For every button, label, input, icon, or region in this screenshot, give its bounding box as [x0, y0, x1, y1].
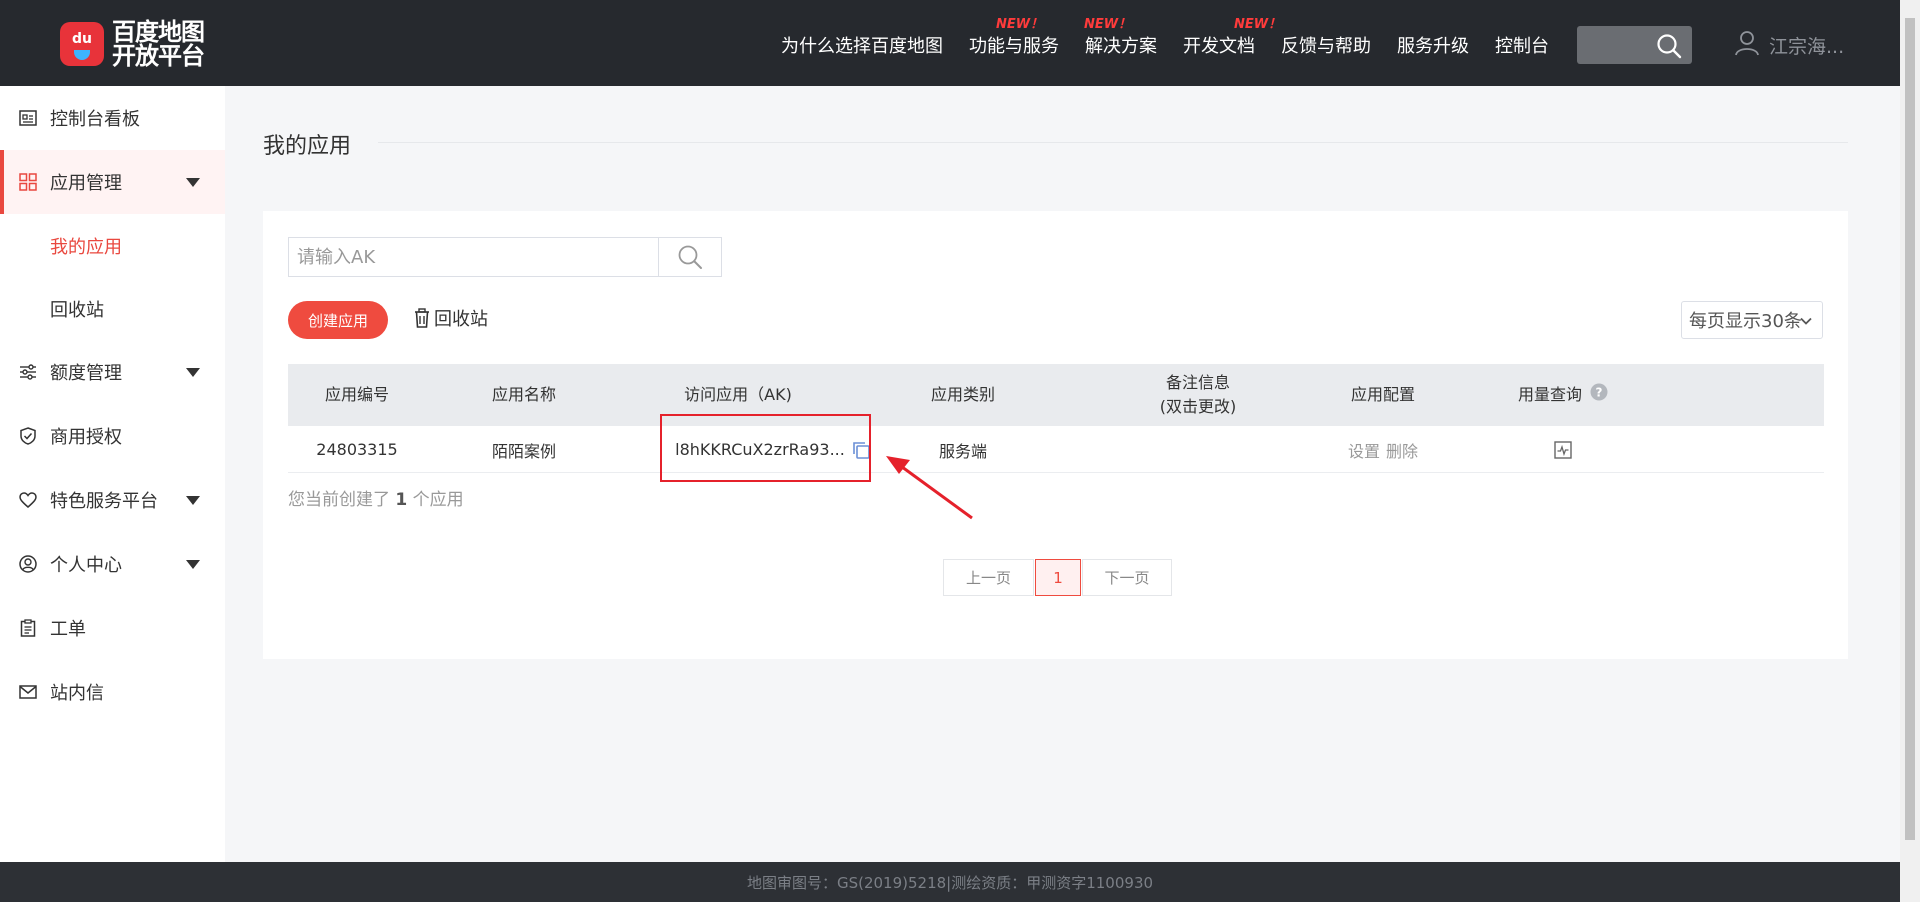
sidebar-subitem-recycle-bin[interactable]: 回收站: [0, 277, 225, 340]
col-app-name: 应用名称: [491, 385, 556, 404]
ak-search-button[interactable]: [659, 238, 721, 276]
sidebar-item-dashboard[interactable]: 控制台看板: [0, 86, 225, 150]
col-app-type: 应用类别: [930, 385, 995, 404]
apps-table: 应用编号 应用名称 访问应用（AK) 应用类别 备注信息 (双击更改) 应用配置…: [288, 364, 1824, 473]
logo-text: 百度地图 开放平台: [112, 18, 205, 70]
page-title: 我的应用: [263, 134, 352, 159]
sidebar-subitem-my-apps[interactable]: 我的应用: [0, 214, 225, 277]
caret-down-icon: [186, 368, 200, 377]
nav-console[interactable]: 控制台: [1482, 0, 1562, 86]
scrollbar-thumb[interactable]: [1905, 18, 1915, 840]
nav-solutions[interactable]: NEW！ 解决方案: [1072, 0, 1170, 86]
sidebar-item-personal-center[interactable]: 个人中心: [0, 532, 225, 596]
user-menu[interactable]: 江宗海...: [1735, 30, 1844, 61]
settings-link[interactable]: 设置: [1348, 438, 1380, 462]
ak-highlight-box: [660, 414, 871, 482]
col-remark: 备注信息 (双击更改): [1159, 373, 1237, 416]
cell-app-id: 24803315: [316, 440, 398, 459]
chevron-down-icon: [1800, 317, 1812, 325]
nav-why-baidu[interactable]: 为什么选择百度地图: [768, 0, 956, 86]
usage-chart-icon[interactable]: [1554, 440, 1572, 459]
cell-remark[interactable]: [1108, 426, 1288, 473]
annotation-arrow-icon: [886, 456, 973, 520]
delete-link[interactable]: 删除: [1386, 438, 1418, 462]
apps-panel: 创建应用 回收站 每页显示30条 应用编号 应用名称 访问应用（AK) 应用类别…: [263, 211, 1848, 659]
cell-usage: [1473, 426, 1653, 473]
header-search[interactable]: [1577, 26, 1692, 64]
caret-down-icon: [186, 560, 200, 569]
clipboard-icon: [18, 618, 38, 638]
help-icon[interactable]: ?: [1590, 383, 1608, 408]
pagination: 上一页 1 下一页: [943, 559, 1172, 596]
top-nav: 为什么选择百度地图 NEW！ 功能与服务 NEW！ 解决方案 NEW！ 开发文档 反馈…: [768, 0, 1562, 86]
search-icon[interactable]: [1656, 33, 1682, 63]
col-app-config: 应用配置: [1350, 385, 1415, 404]
shield-check-icon: [18, 426, 38, 446]
sidebar-item-inbox[interactable]: 站内信: [0, 660, 225, 724]
per-page-select[interactable]: 每页显示30条: [1681, 301, 1823, 339]
title-divider: [378, 142, 1848, 143]
nav-features[interactable]: NEW！ 功能与服务: [956, 0, 1072, 86]
cell-app-config: 设置 删除: [1293, 426, 1473, 473]
footer-text: 地图审图号：GS(2019)5218|测绘资质：甲测资字1100930: [746, 873, 1154, 892]
sidebar-item-commercial-license[interactable]: 商用授权: [0, 404, 225, 468]
new-badge: NEW！: [1084, 17, 1132, 32]
search-icon: [678, 245, 702, 269]
caret-down-icon: [186, 178, 200, 187]
user-name: 江宗海...: [1769, 36, 1845, 58]
col-usage: 用量查询 ?: [1473, 364, 1653, 426]
new-badge: NEW！: [996, 17, 1044, 32]
user-icon: [1735, 30, 1759, 61]
user-circle-icon: [18, 554, 38, 574]
sliders-icon: [18, 362, 38, 382]
diamond-icon: [18, 490, 38, 510]
next-page-button[interactable]: 下一页: [1082, 559, 1172, 596]
sidebar-item-quota[interactable]: 额度管理: [0, 340, 225, 404]
nav-feedback[interactable]: 反馈与帮助: [1268, 0, 1384, 86]
nav-docs[interactable]: NEW！ 开发文档: [1170, 0, 1281, 86]
mail-icon: [18, 682, 38, 702]
sidebar-item-featured-services[interactable]: 特色服务平台: [0, 468, 225, 532]
page-scrollbar[interactable]: [1900, 0, 1920, 902]
sidebar: 控制台看板 应用管理 我的应用 回收站 额度管理 商用授权 特色服务平台 个人中…: [0, 86, 225, 862]
dashboard-icon: [18, 108, 38, 128]
table-header: 应用编号 应用名称 访问应用（AK) 应用类别 备注信息 (双击更改) 应用配置…: [288, 364, 1824, 426]
cell-app-name: 陌陌案例: [491, 441, 556, 461]
recycle-bin-link[interactable]: 回收站: [414, 305, 488, 331]
ak-search-group: [288, 237, 722, 277]
sidebar-item-work-order[interactable]: 工单: [0, 596, 225, 660]
col-app-id: 应用编号: [324, 385, 389, 404]
prev-page-button[interactable]: 上一页: [943, 559, 1034, 596]
caret-down-icon: [186, 496, 200, 505]
baidu-logo-icon: du: [60, 22, 104, 66]
trash-icon: [415, 308, 429, 328]
nav-upgrade[interactable]: 服务升级: [1384, 0, 1482, 86]
app-count-text: 您当前创建了 1 个应用: [288, 490, 464, 510]
sidebar-item-app-management[interactable]: 应用管理: [0, 150, 225, 214]
svg-text:?: ?: [1596, 385, 1603, 399]
logo[interactable]: du 百度地图 开放平台: [60, 18, 205, 70]
ak-search-input[interactable]: [289, 238, 659, 276]
grid-icon: [18, 172, 38, 192]
table-row: 24803315 陌陌案例 l8hKKRCuX2zrRa93... 服务端 设置…: [288, 426, 1824, 473]
create-app-button[interactable]: 创建应用: [288, 301, 388, 339]
footer: 地图审图号：GS(2019)5218|测绘资质：甲测资字1100930: [0, 862, 1900, 902]
top-header: du 百度地图 开放平台 为什么选择百度地图 NEW！ 功能与服务 NEW！ 解决方…: [0, 0, 1900, 86]
page-1-button[interactable]: 1: [1035, 559, 1081, 596]
